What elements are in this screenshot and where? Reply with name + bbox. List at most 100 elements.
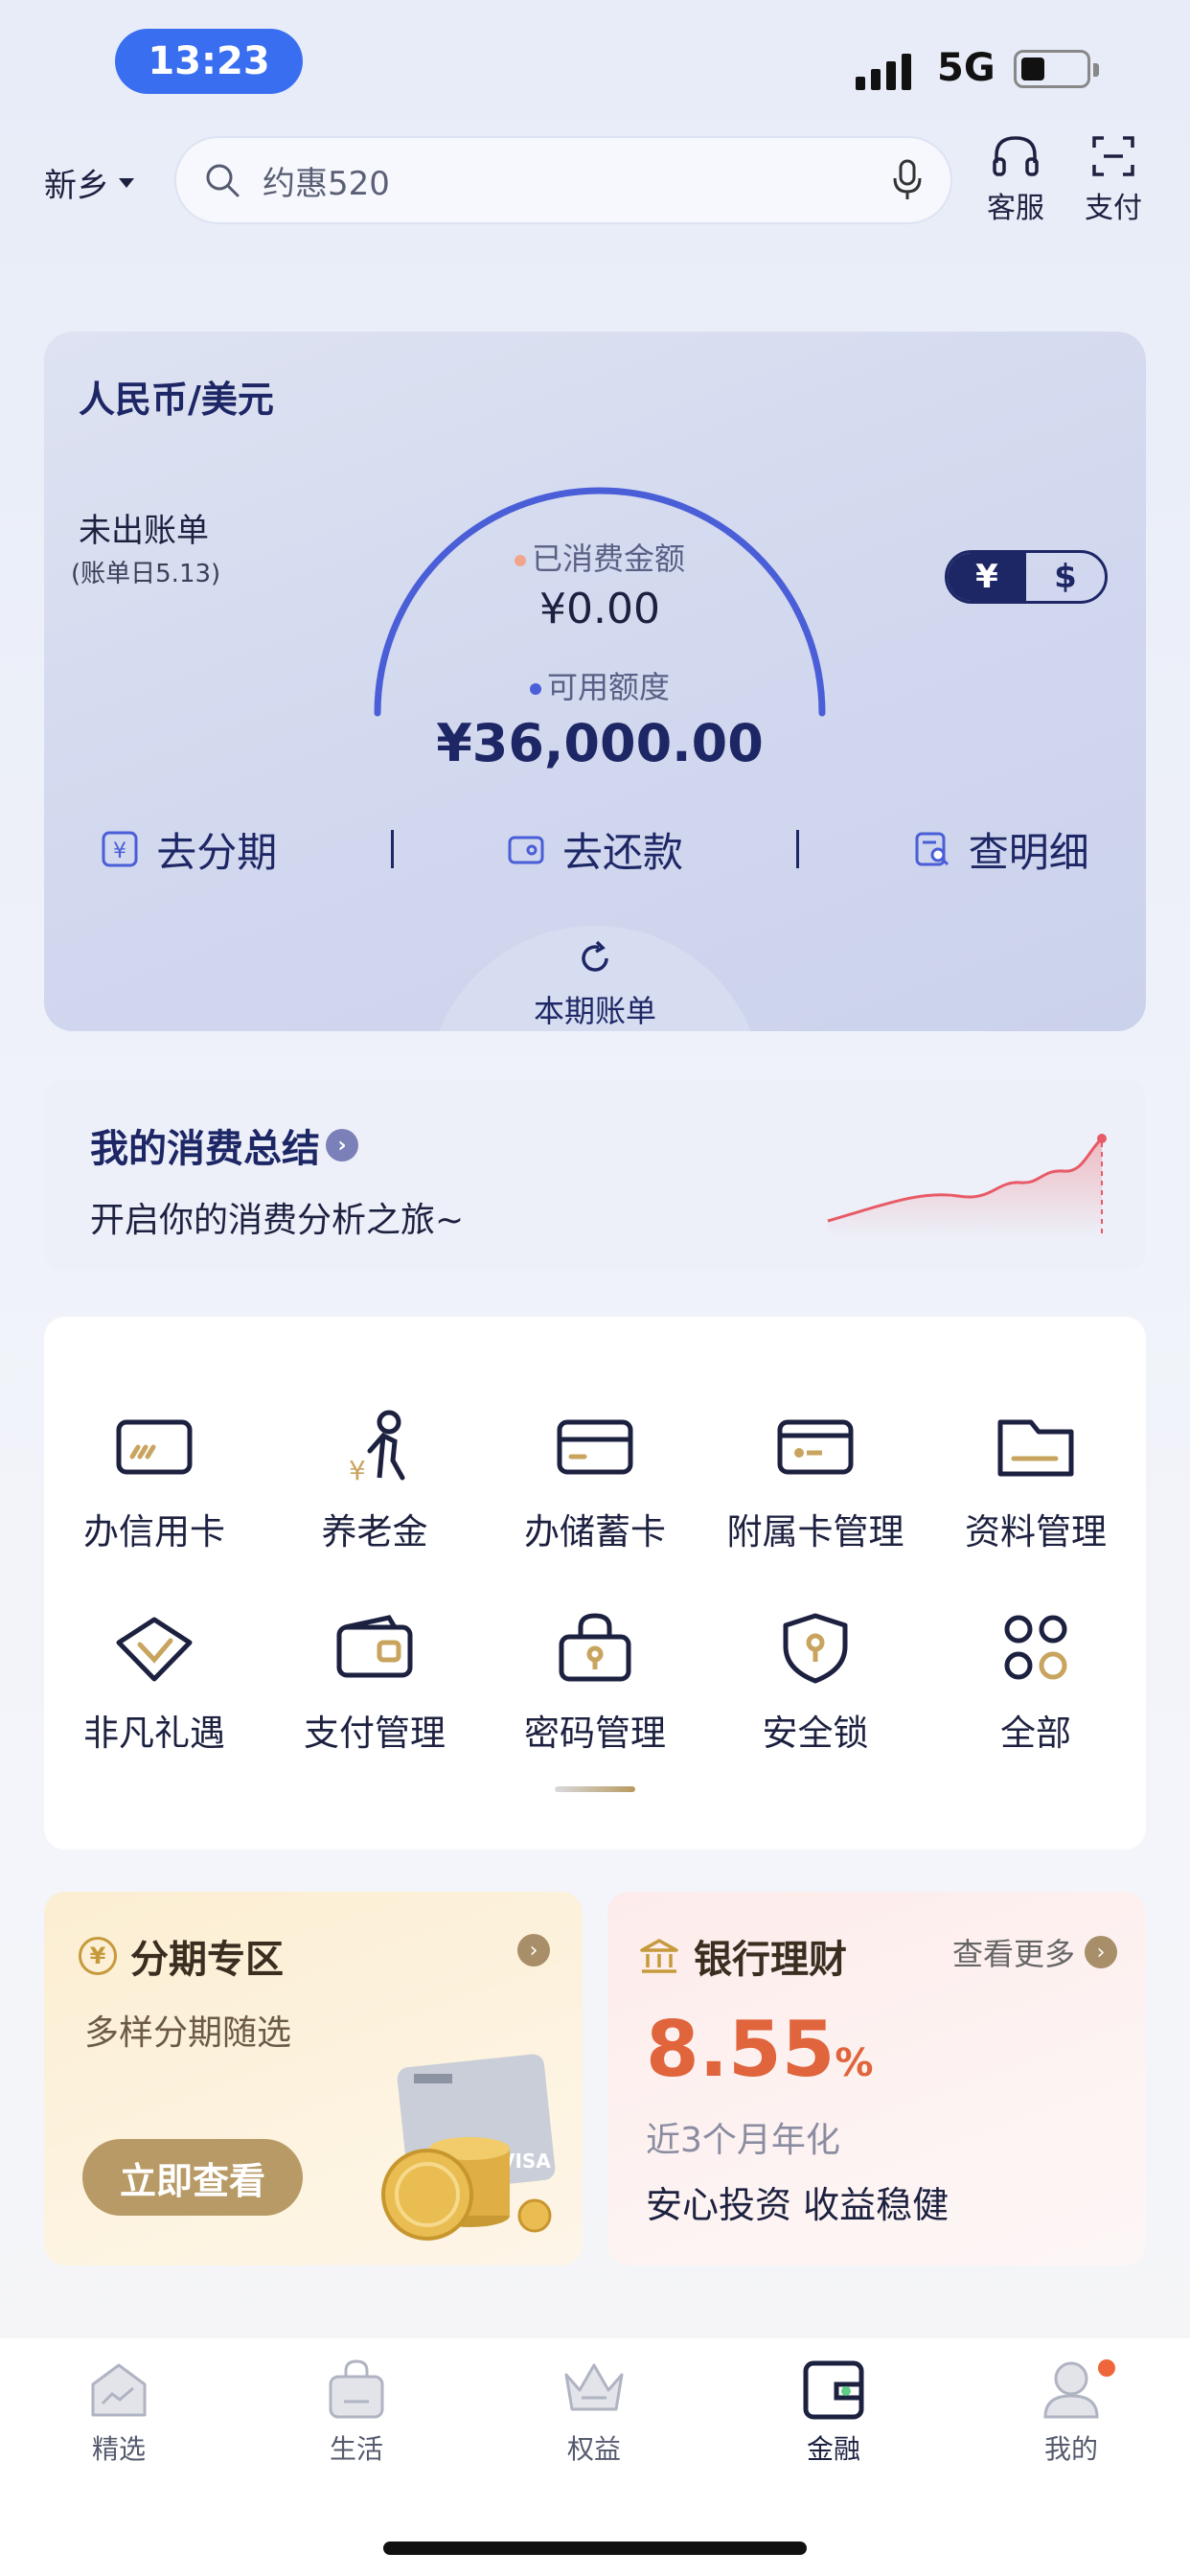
trend-chart-icon	[827, 1134, 1107, 1238]
currency-toggle[interactable]: ¥ $	[945, 550, 1108, 604]
notification-dot	[1098, 2359, 1115, 2377]
service-password-management[interactable]: 密码管理	[485, 1610, 705, 1756]
all-apps-icon	[1004, 1615, 1067, 1680]
available-value: ¥36,000.00	[436, 713, 764, 773]
tab-benefits[interactable]: 权益	[527, 2356, 661, 2467]
chevron-right-icon: ›	[1085, 1936, 1117, 1968]
spent-label: 已消费金额	[360, 535, 839, 579]
search-placeholder: 约惠520	[263, 164, 390, 203]
service-apply-debit-card[interactable]: 办储蓄卡	[485, 1409, 705, 1554]
installment-icon: ¥	[102, 831, 138, 867]
bill-date: (账单日5.13)	[71, 560, 221, 588]
page-indicator	[555, 1786, 635, 1792]
folder-icon	[997, 1419, 1074, 1477]
summary-title: 我的消费总结 ›	[90, 1117, 358, 1173]
wealth-title: 银行理财	[638, 1928, 847, 1984]
city-label: 新乡	[44, 167, 109, 205]
bank-icon	[640, 1939, 678, 1973]
card-coins-image: VISA	[381, 2054, 556, 2241]
chevron-right-icon[interactable]: ›	[517, 1934, 550, 1966]
scan-icon	[1092, 136, 1134, 176]
svg-text:¥: ¥	[349, 1455, 366, 1485]
microphone-icon[interactable]	[891, 159, 924, 201]
details-button[interactable]: 查明细	[913, 820, 1089, 879]
services-panel: 办信用卡 ¥ 养老金 办储蓄卡 附属卡管理 资料管理 非凡礼遇 支付管理 密码管	[44, 1317, 1146, 1850]
service-pension[interactable]: ¥ 养老金	[264, 1409, 485, 1554]
wealth-slogan: 安心投资 收益稳健	[646, 2184, 950, 2226]
installment-title: ¥ 分期专区	[79, 1928, 284, 1984]
status-time: 13:23	[115, 29, 303, 94]
credit-card-panel: 人民币/美元 未出账单 (账单日5.13) 已消费金额 ¥0.00 可用额度 ¥…	[44, 332, 1146, 1031]
profile-icon	[1043, 2361, 1099, 2419]
tab-finance[interactable]: 金融	[767, 2356, 901, 2467]
divider	[390, 830, 394, 868]
currency-usd-option[interactable]: $	[1026, 553, 1105, 601]
pay-button[interactable]: 支付	[1073, 134, 1154, 226]
pension-icon: ¥	[349, 1410, 405, 1486]
service-profile-management[interactable]: 资料管理	[926, 1409, 1146, 1554]
credit-gauge: 已消费金额 ¥0.00 可用额度 ¥36,000.00	[360, 397, 839, 773]
current-bill-tab[interactable]: 本期账单	[427, 926, 763, 1031]
services-grid: 办信用卡 ¥ 养老金 办储蓄卡 附属卡管理 资料管理 非凡礼遇 支付管理 密码管	[44, 1409, 1146, 1756]
svg-text:¥: ¥	[113, 840, 126, 863]
refresh-icon	[582, 940, 608, 972]
chevron-right-icon: ›	[326, 1129, 358, 1162]
home-indicator	[383, 2542, 807, 2555]
view-now-button[interactable]: 立即查看	[82, 2139, 303, 2216]
city-selector[interactable]: 新乡	[44, 159, 134, 206]
installment-subtitle: 多样分期随选	[84, 2013, 292, 2053]
document-search-icon	[915, 832, 949, 866]
service-all[interactable]: 全部	[926, 1610, 1146, 1756]
battery-icon	[1014, 50, 1099, 88]
divider	[796, 830, 800, 868]
current-bill-label: 本期账单	[533, 993, 656, 1029]
annual-rate-label: 近3个月年化	[646, 2121, 840, 2160]
tab-featured[interactable]: 精选	[52, 2356, 186, 2467]
lock-icon	[559, 1613, 631, 1682]
pay-label: 支付	[1085, 192, 1142, 225]
debit-card-icon	[557, 1419, 633, 1475]
unbilled-label[interactable]: 未出账单	[79, 504, 209, 551]
annual-rate: 8.55%	[646, 2005, 874, 2094]
signal-icon	[856, 46, 919, 90]
service-security-lock[interactable]: 安全锁	[705, 1610, 926, 1756]
wealth-promo-card[interactable]: 银行理财 查看更多 › 8.55% 近3个月年化 安心投资 收益稳健	[607, 1892, 1146, 2266]
home-icon	[91, 2363, 147, 2417]
available-dot	[529, 683, 541, 695]
credit-card-icon	[116, 1419, 193, 1475]
tab-life[interactable]: 生活	[289, 2356, 423, 2467]
chevron-down-icon	[119, 177, 134, 188]
spending-summary-banner[interactable]: 我的消费总结 › 开启你的消费分析之旅~	[44, 1079, 1146, 1271]
summary-subtitle: 开启你的消费分析之旅~	[90, 1201, 465, 1240]
search-bar[interactable]: 约惠520	[174, 136, 952, 224]
gift-diamond-icon	[116, 1617, 193, 1682]
card-actions: ¥ 去分期 去还款 查明细	[44, 820, 1146, 878]
currency-cny-option[interactable]: ¥	[948, 553, 1026, 601]
wallet-icon	[336, 1615, 413, 1678]
network-type: 5G	[937, 46, 995, 90]
installment-button[interactable]: ¥ 去分期	[101, 820, 277, 879]
repay-button[interactable]: 去还款	[507, 820, 683, 879]
installment-promo-card[interactable]: ¥ 分期专区 › 多样分期随选 立即查看 VISA	[44, 1892, 583, 2266]
spent-value: ¥0.00	[539, 585, 660, 633]
supplementary-card-icon	[777, 1419, 854, 1475]
search-icon	[206, 164, 240, 197]
shield-icon	[783, 1613, 848, 1684]
customer-service-label: 客服	[987, 192, 1044, 225]
available-label: 可用额度	[360, 663, 839, 707]
service-supplementary-card[interactable]: 附属卡管理	[705, 1409, 926, 1554]
wallet-icon	[803, 2360, 864, 2420]
repay-card-icon	[508, 836, 544, 864]
headset-icon	[993, 136, 1039, 176]
bag-icon	[329, 2359, 384, 2419]
currency-title: 人民币/美元	[79, 379, 274, 421]
spent-dot	[514, 555, 526, 566]
service-apply-credit-card[interactable]: 办信用卡	[44, 1409, 264, 1554]
service-payment-management[interactable]: 支付管理	[264, 1610, 485, 1756]
customer-service-button[interactable]: 客服	[975, 134, 1056, 226]
bottom-tab-bar: 精选 生活 权益 金融 我的	[0, 2338, 1190, 2576]
view-more-link[interactable]: 查看更多 ›	[952, 1930, 1117, 1974]
crown-icon	[564, 2363, 624, 2411]
tab-mine[interactable]: 我的	[1004, 2356, 1138, 2467]
service-privileges[interactable]: 非凡礼遇	[44, 1610, 264, 1756]
